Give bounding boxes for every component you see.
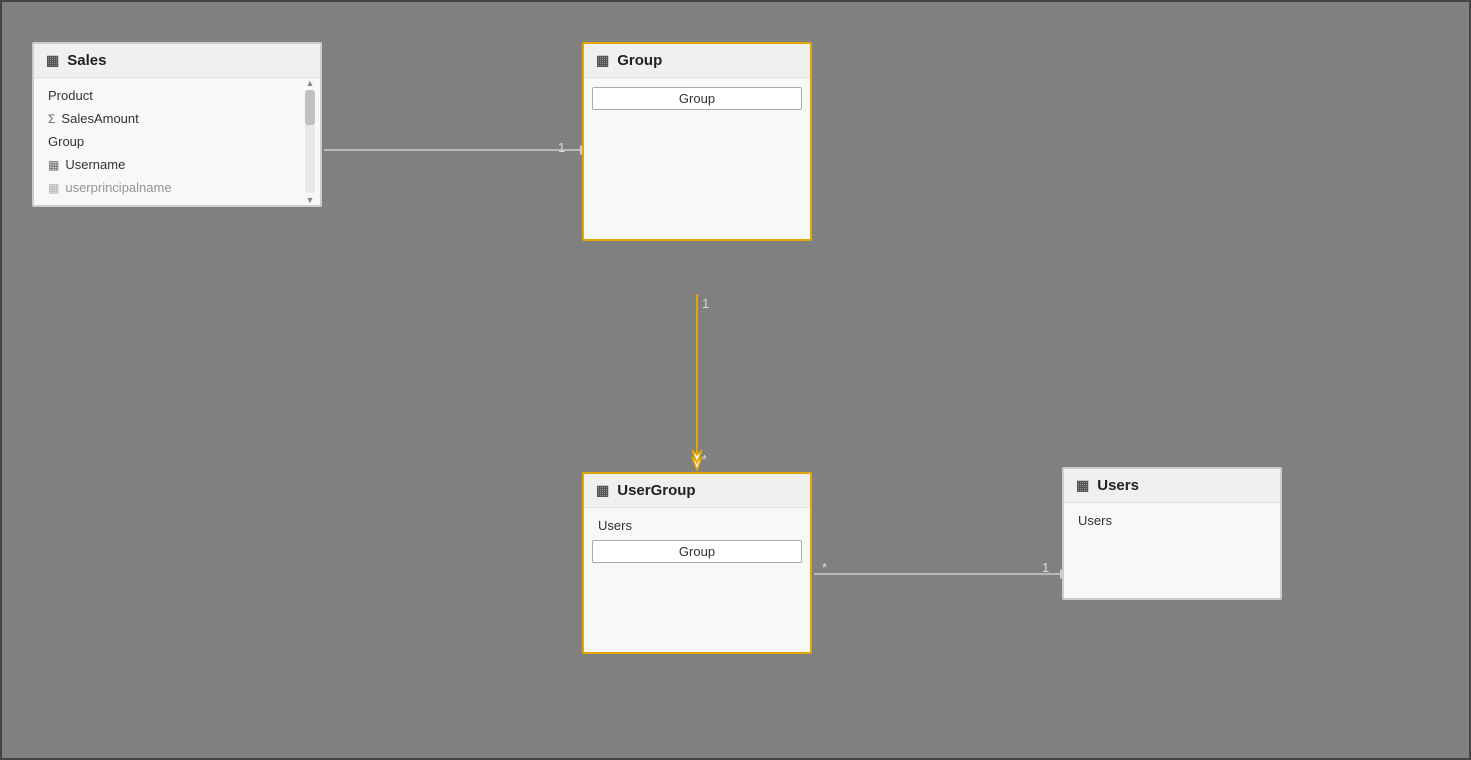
usergroup-table-icon: ▦ (596, 482, 609, 499)
usergroup-table-title: UserGroup (617, 482, 695, 499)
users-table-header: ▦ Users (1064, 469, 1280, 503)
group-field-in-usergroup-highlighted: Group (592, 540, 802, 563)
diagram-canvas: * 1 1 * * 1 ▦ Sales Product Σ SalesAmoun… (0, 0, 1471, 760)
users-table-body: Users (1064, 503, 1280, 598)
group-table-header: ▦ Group (584, 44, 810, 78)
relation-label-usergroup-top-star: * (702, 452, 707, 467)
users-table[interactable]: ▦ Users Users (1062, 467, 1282, 600)
group-table[interactable]: ▦ Group Group (582, 42, 812, 241)
sigma-icon: Σ (48, 112, 55, 126)
users-table-title: Users (1097, 477, 1139, 494)
sales-table[interactable]: ▦ Sales Product Σ SalesAmount Group ▦ Us… (32, 42, 322, 207)
users-field-in-usergroup: Users (584, 514, 810, 537)
relation-label-users-one: 1 (1042, 560, 1049, 575)
sales-table-body: Product Σ SalesAmount Group ▦ Username ▦… (34, 78, 320, 205)
scroll-up-arrow[interactable]: ▲ (306, 78, 315, 88)
users-table-icon: ▦ (1076, 477, 1089, 494)
field-userprincipalname: ▦ userprincipalname (34, 176, 320, 199)
group-table-title: Group (617, 52, 662, 69)
users-field-label: Users (1078, 513, 1112, 528)
usergroup-table-header: ▦ UserGroup (584, 474, 810, 508)
relation-label-usergroup-star: * (822, 560, 827, 575)
scroll-down-arrow[interactable]: ▼ (306, 195, 315, 205)
usergroup-table-body: Users Group (584, 508, 810, 652)
username-icon: ▦ (48, 158, 59, 172)
group-field-highlighted: Group (592, 87, 802, 110)
username-label: Username (65, 157, 125, 172)
users-field: Users (1064, 509, 1280, 532)
field-username: ▦ Username (34, 153, 320, 176)
usergroup-table[interactable]: ▦ UserGroup Users Group (582, 472, 812, 654)
group-field-label: Group (48, 134, 84, 149)
field-group: Group (34, 130, 320, 153)
relation-label-group-one: 1 (558, 140, 565, 155)
scrollbar-track (305, 90, 315, 193)
salesamount-label: SalesAmount (61, 111, 138, 126)
upn-label: userprincipalname (65, 180, 171, 195)
field-salesamount: Σ SalesAmount (34, 107, 320, 130)
users-in-usergroup-label: Users (598, 518, 632, 533)
upn-icon: ▦ (48, 181, 59, 195)
sales-table-header: ▦ Sales (34, 44, 320, 78)
scrollbar-thumb[interactable] (305, 90, 315, 125)
group-table-icon: ▦ (596, 52, 609, 69)
field-product: Product (34, 84, 320, 107)
sales-table-icon: ▦ (46, 52, 59, 69)
product-label: Product (48, 88, 93, 103)
sales-table-title: Sales (67, 52, 106, 69)
relation-label-group-bottom-one: 1 (702, 296, 709, 311)
group-table-body: Group (584, 78, 810, 239)
